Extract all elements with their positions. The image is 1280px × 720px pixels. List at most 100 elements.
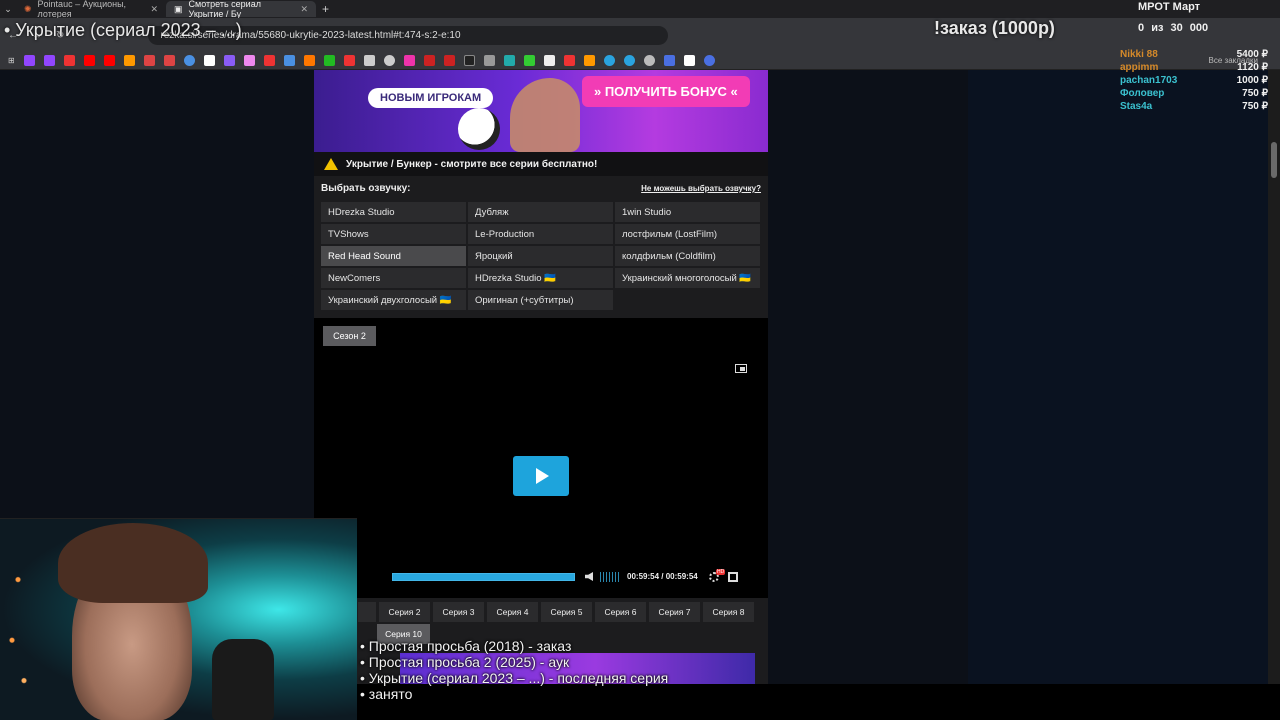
bookmark-spark-icon[interactable] xyxy=(203,55,215,66)
bookmark-gray-icon[interactable] xyxy=(483,55,495,66)
bookmark-twitch-icon[interactable] xyxy=(43,55,55,66)
bookmark-mail-icon[interactable] xyxy=(123,55,135,66)
dub-option[interactable]: HDrezka Studio xyxy=(321,202,466,222)
queue-item: Простая просьба (2018) - заказ xyxy=(360,638,668,654)
dub-help-link[interactable]: Не можешь выбрать озвучку? xyxy=(641,184,761,193)
donor-row: Nikki 88 5400 ₽ xyxy=(1120,48,1268,61)
bookmark-dark-icon[interactable] xyxy=(463,55,475,66)
bookmark-red-icon[interactable] xyxy=(343,55,355,66)
dub-option-selected[interactable]: Red Head Sound xyxy=(321,246,466,266)
episode-button[interactable]: Серия 7 xyxy=(649,602,700,622)
bookmark-green-icon[interactable] xyxy=(523,55,535,66)
bookmark-gmail-icon[interactable] xyxy=(143,55,155,66)
dub-option[interactable]: NewComers xyxy=(321,268,466,288)
episode-button[interactable]: Серия 3 xyxy=(433,602,484,622)
bookmark-orange-icon[interactable] xyxy=(303,55,315,66)
donor-name: Stas4a xyxy=(1120,101,1153,112)
hd-badge: HD xyxy=(716,569,726,575)
goal-progress: 0 из 30 000 xyxy=(1138,22,1208,34)
bookmark-youtube-icon[interactable] xyxy=(83,55,95,66)
dub-option[interactable]: колдфильм (Coldfilm) xyxy=(615,246,760,266)
dub-option[interactable]: Яроцкий xyxy=(468,246,613,266)
donor-name: appimm xyxy=(1120,62,1159,73)
bookmark-teal-icon[interactable] xyxy=(503,55,515,66)
dub-option[interactable]: Le-Production xyxy=(468,224,613,244)
donor-name: Фоловер xyxy=(1120,88,1165,99)
webcam-overlay xyxy=(0,518,357,720)
tab-favicon-icon: ✺ xyxy=(24,3,32,14)
ad-banner[interactable]: НОВЫМ ИГРОКАМ » ПОЛУЧИТЬ БОНУС « xyxy=(314,70,768,152)
tab-search-icon[interactable]: ⌄ xyxy=(0,4,16,15)
bookmark-red-icon[interactable] xyxy=(443,55,455,66)
play-button[interactable] xyxy=(513,456,569,496)
bookmark-blue-icon[interactable] xyxy=(663,55,675,66)
string-lights-image xyxy=(0,519,60,720)
bookmark-gmail-icon[interactable] xyxy=(163,55,175,66)
tab-title: Смотреть сериал Укрытие / Бу xyxy=(188,0,261,19)
dub-option[interactable]: TVShows xyxy=(321,224,466,244)
new-tab-icon[interactable]: + xyxy=(316,2,329,16)
tab-title: Pointauc – Аукционы, лотерея xyxy=(37,0,127,19)
bookmark-telegram-icon[interactable] xyxy=(623,55,635,66)
dub-option[interactable]: Дубляж xyxy=(468,202,613,222)
get-bonus-button[interactable]: » ПОЛУЧИТЬ БОНУС « xyxy=(582,76,750,107)
tab-rezka[interactable]: ▣ Смотреть сериал Укрытие / Бу ✕ xyxy=(166,0,316,19)
bookmark-telegram-icon[interactable] xyxy=(603,55,615,66)
bookmark-gray-icon[interactable] xyxy=(383,55,395,66)
episode-button[interactable]: Серия 8 xyxy=(703,602,754,622)
tab-favicon-icon: ▣ xyxy=(174,3,183,14)
bookmark-purple-icon[interactable] xyxy=(223,55,235,66)
bookmark-red-icon[interactable] xyxy=(423,55,435,66)
picture-in-picture-icon[interactable] xyxy=(735,364,747,373)
dub-option[interactable]: лостфильм (LostFilm) xyxy=(615,224,760,244)
apps-icon[interactable]: ⊞ xyxy=(8,56,15,65)
bookmark-youtube-icon[interactable] xyxy=(103,55,115,66)
episode-button[interactable]: Серия 5 xyxy=(541,602,592,622)
donor-row: appimm 1120 ₽ xyxy=(1120,61,1268,74)
donor-amount: 5400 ₽ xyxy=(1236,49,1268,60)
notice-text: Укрытие / Бункер - смотрите все серии бе… xyxy=(346,158,598,170)
scrollbar-thumb[interactable] xyxy=(1271,142,1277,178)
bookmark-pink-icon[interactable] xyxy=(403,55,415,66)
bookmark-blue-icon[interactable] xyxy=(283,55,295,66)
episode-button[interactable]: Серия 4 xyxy=(487,602,538,622)
bookmark-orange-icon[interactable] xyxy=(583,55,595,66)
bookmark-green-icon[interactable] xyxy=(323,55,335,66)
bookmark-pink-icon[interactable] xyxy=(243,55,255,66)
bookmark-gray-icon[interactable] xyxy=(363,55,375,66)
queue-item: Укрытие (сериал 2023 – ...) - последняя … xyxy=(360,670,668,686)
dub-option[interactable]: Оригинал (+субтитры) xyxy=(468,290,613,310)
dub-option[interactable]: Украинский двухголосый 🇺🇦 xyxy=(321,290,466,310)
bookmark-twitch-icon[interactable] xyxy=(23,55,35,66)
volume-slider[interactable] xyxy=(600,572,620,582)
soccer-ball-image xyxy=(458,108,500,150)
bookmark-blue-icon[interactable] xyxy=(703,55,715,66)
overlay-title: • Укрытие (сериал 2023 – ...) xyxy=(4,20,242,40)
bookmark-red-icon[interactable] xyxy=(263,55,275,66)
bookmark-gray-icon[interactable] xyxy=(643,55,655,66)
dub-option[interactable]: 1win Studio xyxy=(615,202,760,222)
goal-label: МРОТ Март xyxy=(1138,1,1201,13)
warning-icon xyxy=(324,158,338,170)
dub-header: Выбрать озвучку: Не можешь выбрать озвуч… xyxy=(321,183,761,194)
tab-close-icon[interactable]: ✕ xyxy=(150,4,158,15)
episode-button[interactable]: Серия 2 xyxy=(379,602,430,622)
fullscreen-icon[interactable] xyxy=(728,572,738,582)
donor-row: pachan1703 1000 ₽ xyxy=(1120,74,1268,87)
tab-pointauc[interactable]: ✺ Pointauc – Аукционы, лотерея ✕ xyxy=(16,0,166,19)
bookmark-x-icon[interactable] xyxy=(543,55,555,66)
dub-option[interactable]: Украинский многоголосый 🇺🇦 xyxy=(615,268,760,288)
episode-button[interactable]: Серия 6 xyxy=(595,602,646,622)
bookmark-chrome-icon[interactable] xyxy=(183,55,195,66)
episode-prev-button[interactable] xyxy=(358,602,376,622)
dub-label: Выбрать озвучку: xyxy=(321,183,411,194)
season-button[interactable]: Сезон 2 xyxy=(323,326,376,346)
bookmark-red-icon[interactable] xyxy=(563,55,575,66)
queue-item: Простая просьба 2 (2025) - аук xyxy=(360,654,668,670)
dub-option[interactable]: HDrezka Studio 🇺🇦 xyxy=(468,268,613,288)
progress-fill xyxy=(393,574,574,580)
progress-bar[interactable] xyxy=(392,573,575,581)
bookmark-white-icon[interactable] xyxy=(683,55,695,66)
tab-close-icon[interactable]: ✕ xyxy=(300,4,308,15)
bookmark-red-icon[interactable] xyxy=(63,55,75,66)
